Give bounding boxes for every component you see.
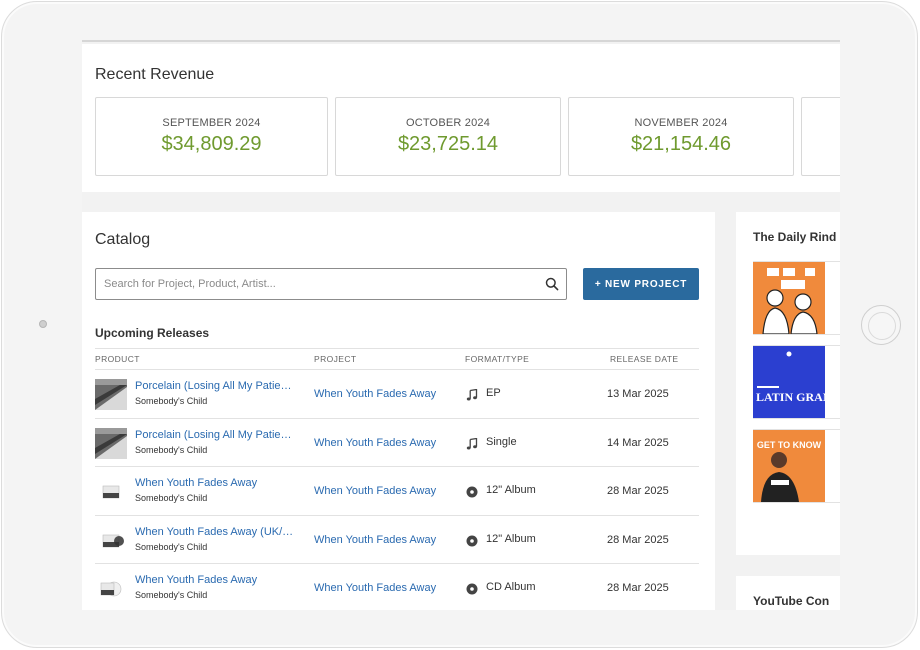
product-artist: Somebody's Child	[135, 444, 208, 455]
revenue-amount: $21,154.46	[630, 133, 732, 155]
table-header: PRODUCT PROJECT FORMAT/TYPE RELEASE DATE	[95, 348, 699, 370]
release-date: 13 Mar 2025	[607, 388, 669, 400]
table-row[interactable]: Porcelain (Losing All My Patience) Someb…	[95, 419, 699, 467]
podcast-cover-image: GET TO KNOW	[753, 430, 825, 502]
table-row[interactable]: When Youth Fades Away (UK/EU) Somebody's…	[95, 516, 699, 564]
vinyl-disc-icon	[466, 486, 478, 498]
product-artwork	[95, 476, 127, 507]
daily-rind-item[interactable]: GET TO KNOW	[753, 429, 840, 503]
format-type: CD Album	[486, 581, 536, 593]
format-type: 12" Album	[486, 532, 536, 545]
product-artist: Somebody's Child	[135, 396, 208, 406]
product-artist: Somebody's Child	[135, 590, 208, 600]
daily-rind-title: The Daily Rind	[753, 230, 837, 244]
column-header-format[interactable]: FORMAT/TYPE	[465, 354, 529, 364]
release-date: 28 Mar 2025	[607, 485, 669, 497]
product-title-link[interactable]: When Youth Fades Away	[135, 477, 297, 489]
format-type: EP	[486, 387, 501, 399]
revenue-month: SEPTEMBER 2024	[162, 117, 261, 129]
project-link[interactable]: When Youth Fades Away	[314, 485, 436, 497]
upcoming-releases-table: PRODUCT PROJECT FORMAT/TYPE RELEASE DATE…	[95, 348, 699, 610]
catalog-search-input[interactable]	[104, 269, 534, 299]
recent-revenue-card: Recent Revenue SEPTEMBER 2024 $34,809.29…	[82, 44, 840, 192]
music-note-icon	[466, 437, 478, 449]
camera-icon	[39, 320, 47, 328]
format-type: Single	[486, 435, 517, 448]
catalog-title: Catalog	[95, 231, 151, 248]
catalog-search	[95, 268, 567, 300]
upcoming-releases-title: Upcoming Releases	[95, 326, 210, 340]
product-title-link[interactable]: When Youth Fades Away	[135, 574, 297, 586]
home-button[interactable]	[861, 305, 901, 345]
daily-rind-item[interactable]	[753, 261, 840, 335]
release-date: 14 Mar 2025	[607, 436, 669, 449]
product-title-link[interactable]: When Youth Fades Away (UK/EU)	[135, 526, 297, 538]
app-screen: Recent Revenue SEPTEMBER 2024 $34,809.29…	[82, 40, 840, 610]
revenue-tile-october[interactable]: OCTOBER 2024 $23,725.14	[335, 97, 561, 176]
youtube-title: YouTube Con	[753, 594, 830, 608]
recent-revenue-title: Recent Revenue	[95, 66, 215, 83]
daily-rind-item[interactable]: LATIN GRAMMYS	[753, 345, 840, 419]
search-icon[interactable]	[545, 277, 559, 291]
cover-text: GET TO KNOW	[757, 440, 822, 450]
catalog-card: Catalog + NEW PROJECT Upcoming Releases …	[82, 212, 715, 610]
project-link[interactable]: When Youth Fades Away	[314, 437, 436, 449]
cover-text: LATIN GRAMMYS	[756, 390, 825, 404]
product-title-link[interactable]: Porcelain (Losing All My Patience)	[135, 380, 297, 392]
vinyl-disc-icon	[466, 535, 478, 546]
podcast-cover-image	[753, 262, 825, 334]
revenue-month: OCTOBER 2024	[405, 117, 491, 129]
podcast-cover-image: LATIN GRAMMYS	[753, 346, 825, 418]
revenue-tile-november[interactable]: NOVEMBER 2024 $21,154.46	[568, 97, 794, 176]
revenue-amount: $23,725.14	[397, 133, 499, 155]
column-header-project[interactable]: PROJECT	[314, 354, 356, 364]
product-artwork	[95, 524, 127, 556]
revenue-month: NOVEMBER 2024	[634, 117, 728, 129]
product-artwork	[95, 379, 127, 410]
youtube-card: YouTube Con	[736, 576, 840, 610]
table-row[interactable]: Porcelain (Losing All My Patience) Someb…	[95, 370, 699, 419]
format-type: 12" Album	[486, 484, 536, 496]
revenue-tile-september[interactable]: SEPTEMBER 2024 $34,809.29	[95, 97, 328, 176]
product-title-link[interactable]: Porcelain (Losing All My Patience)	[135, 429, 297, 441]
new-project-button[interactable]: + NEW PROJECT	[583, 268, 699, 300]
product-artist: Somebody's Child	[135, 541, 208, 552]
table-row[interactable]: When Youth Fades Away Somebody's Child W…	[95, 564, 699, 610]
table-row[interactable]: When Youth Fades Away Somebody's Child W…	[95, 467, 699, 516]
product-artwork	[95, 427, 127, 459]
product-artist: Somebody's Child	[135, 493, 208, 503]
music-note-icon	[466, 389, 478, 401]
project-link[interactable]: When Youth Fades Away	[314, 582, 436, 594]
project-link[interactable]: When Youth Fades Away	[314, 534, 436, 546]
release-date: 28 Mar 2025	[607, 533, 669, 546]
revenue-tile-next[interactable]	[801, 97, 840, 176]
daily-rind-card: The Daily Rind LATIN GRAMMYS	[736, 212, 840, 555]
column-header-release-date[interactable]: RELEASE DATE	[610, 354, 678, 364]
release-date: 28 Mar 2025	[607, 582, 669, 594]
product-artwork	[95, 573, 127, 604]
project-link[interactable]: When Youth Fades Away	[314, 388, 436, 400]
revenue-amount: $34,809.29	[161, 133, 262, 155]
column-header-product[interactable]: PRODUCT	[95, 354, 140, 364]
cd-disc-icon	[466, 583, 478, 595]
